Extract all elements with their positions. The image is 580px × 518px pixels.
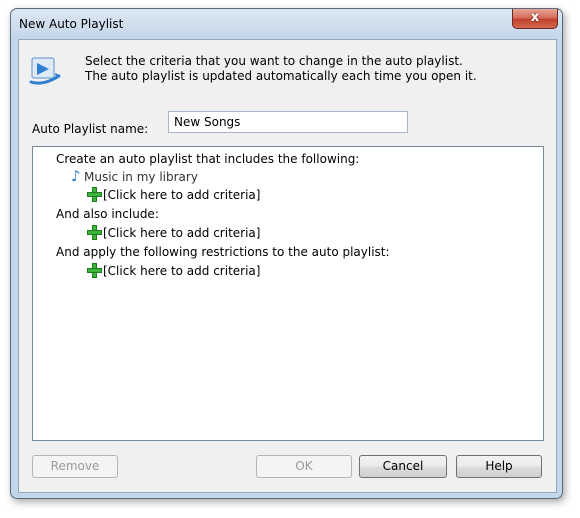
add-criteria-link-2[interactable]: [Click here to add criteria] — [87, 225, 260, 241]
ok-button[interactable]: OK — [256, 455, 352, 478]
description-line-1: Select the criteria that you want to cha… — [85, 54, 463, 68]
close-icon: x — [530, 10, 540, 25]
criteria-panel[interactable]: Create an auto playlist that includes th… — [32, 146, 544, 441]
add-criteria-link-1[interactable]: [Click here to add criteria] — [87, 187, 260, 203]
music-note-icon: ♪ — [71, 167, 81, 185]
title-bar[interactable]: New Auto Playlist x — [11, 9, 562, 39]
cancel-button[interactable]: Cancel — [359, 455, 447, 478]
dialog-window: New Auto Playlist x Select the criteria … — [10, 8, 563, 499]
add-icon — [87, 187, 102, 202]
dialog-body: Select the criteria that you want to cha… — [18, 39, 557, 493]
remove-button[interactable]: Remove — [32, 455, 118, 478]
add-icon — [87, 263, 102, 278]
restrictions-heading: And apply the following restrictions to … — [56, 245, 390, 259]
playlist-name-label: Auto Playlist name: — [32, 122, 149, 136]
add-criteria-link-3[interactable]: [Click here to add criteria] — [87, 263, 260, 279]
close-button[interactable]: x — [512, 9, 558, 29]
dialog-description: Select the criteria that you want to cha… — [85, 54, 477, 84]
playlist-name-input[interactable] — [168, 111, 408, 133]
help-button[interactable]: Help — [456, 455, 542, 478]
also-include-heading: And also include: — [56, 207, 159, 221]
add-criteria-label: [Click here to add criteria] — [103, 188, 261, 202]
criteria-item-music-library[interactable]: ♪ Music in my library — [71, 168, 198, 185]
include-heading: Create an auto playlist that includes th… — [56, 152, 360, 166]
description-line-2: The auto playlist is updated automatical… — [85, 69, 477, 83]
add-criteria-label: [Click here to add criteria] — [103, 226, 261, 240]
add-criteria-label: [Click here to add criteria] — [103, 264, 261, 278]
add-icon — [87, 225, 102, 240]
window-title: New Auto Playlist — [19, 17, 124, 31]
criteria-item-label: Music in my library — [84, 170, 198, 184]
playlist-icon — [29, 57, 61, 85]
